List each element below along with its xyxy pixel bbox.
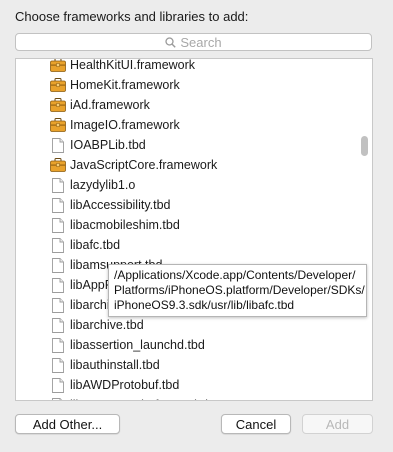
framework-icon — [50, 157, 66, 173]
file-icon — [50, 317, 66, 333]
list-item-label: libAccessibility.tbd — [70, 198, 171, 212]
list-item[interactable]: libafc.tbd — [50, 235, 120, 255]
list-item-label: libAWDProtobufAWD.tbd — [70, 398, 208, 400]
list-item-label: libassertion_launchd.tbd — [70, 338, 205, 352]
list-item-label: libauthinstall.tbd — [70, 358, 160, 372]
list-item-label: libafc.tbd — [70, 238, 121, 252]
list-item[interactable]: JavaScriptCore.framework — [50, 155, 217, 175]
framework-icon — [50, 59, 66, 73]
dialog-prompt: Choose frameworks and libraries to add: — [15, 9, 249, 24]
list-item[interactable]: libAWDProtobufAWD.tbd — [50, 395, 208, 400]
file-icon — [50, 377, 66, 393]
list-item-label: HealthKitUI.framework — [70, 58, 196, 72]
list-item[interactable]: ImageIO.framework — [50, 115, 180, 135]
list-item[interactable]: HomeKit.framework — [50, 75, 180, 95]
list-item[interactable]: iAd.framework — [50, 95, 150, 115]
list-item[interactable]: libauthinstall.tbd — [50, 355, 160, 375]
list-item[interactable]: IOABPLib.tbd — [50, 135, 146, 155]
list-item[interactable]: libAWDProtobuf.tbd — [50, 375, 179, 395]
list-item-label: JavaScriptCore.framework — [70, 158, 218, 172]
file-icon — [50, 237, 66, 253]
list-item-label: iAd.framework — [70, 98, 150, 112]
path-tooltip: /Applications/Xcode.app/Contents/Develop… — [108, 264, 367, 317]
file-icon — [50, 397, 66, 400]
file-icon — [50, 177, 66, 193]
tooltip-line-3: iPhoneOS9.3.sdk/usr/lib/libafc.tbd — [114, 298, 295, 312]
list-item-label: libarchi — [70, 298, 110, 312]
add-other-button[interactable]: Add Other... — [15, 414, 120, 434]
file-icon — [50, 257, 66, 273]
file-icon — [50, 357, 66, 373]
file-icon — [50, 277, 66, 293]
list-item[interactable]: libAppP — [50, 275, 113, 295]
framework-list[interactable]: HealthKitUI.framework HomeKit.framework iA… — [15, 58, 373, 401]
framework-icon — [50, 97, 66, 113]
framework-icon — [50, 117, 66, 133]
scrollbar[interactable] — [360, 59, 370, 400]
file-icon — [50, 217, 66, 233]
list-item[interactable]: HealthKitUI.framework — [50, 58, 196, 75]
file-icon — [50, 137, 66, 153]
list-item-label: HomeKit.framework — [70, 78, 180, 92]
list-item-label: libAWDProtobuf.tbd — [70, 378, 180, 392]
file-icon — [50, 297, 66, 313]
framework-icon — [50, 77, 66, 93]
list-item[interactable]: lazydylib1.o — [50, 175, 135, 195]
list-item-label: libarchive.tbd — [70, 318, 144, 332]
list-item-label: libAppP — [70, 278, 114, 292]
search-placeholder: Search — [180, 34, 222, 50]
list-item-label: IOABPLib.tbd — [70, 138, 146, 152]
list-item-label: lazydylib1.o — [70, 178, 136, 192]
list-item-label: libacmobileshim.tbd — [70, 218, 180, 232]
tooltip-line-2: Platforms/iPhoneOS.platform/Developer/SD… — [114, 283, 365, 297]
file-icon — [50, 197, 66, 213]
file-icon — [50, 337, 66, 353]
list-item[interactable]: libAccessibility.tbd — [50, 195, 171, 215]
list-item-label: ImageIO.framework — [70, 118, 180, 132]
list-item[interactable]: libarchive.tbd — [50, 315, 144, 335]
list-item[interactable]: libassertion_launchd.tbd — [50, 335, 205, 355]
search-icon — [165, 36, 177, 48]
search-field[interactable]: Search — [15, 33, 372, 51]
list-item[interactable]: libacmobileshim.tbd — [50, 215, 180, 235]
add-button[interactable]: Add — [302, 414, 373, 434]
list-item[interactable]: libarchi — [50, 295, 110, 315]
tooltip-line-1: /Applications/Xcode.app/Contents/Develop… — [114, 268, 356, 282]
cancel-button[interactable]: Cancel — [221, 414, 291, 434]
scrollbar-thumb[interactable] — [361, 136, 368, 156]
